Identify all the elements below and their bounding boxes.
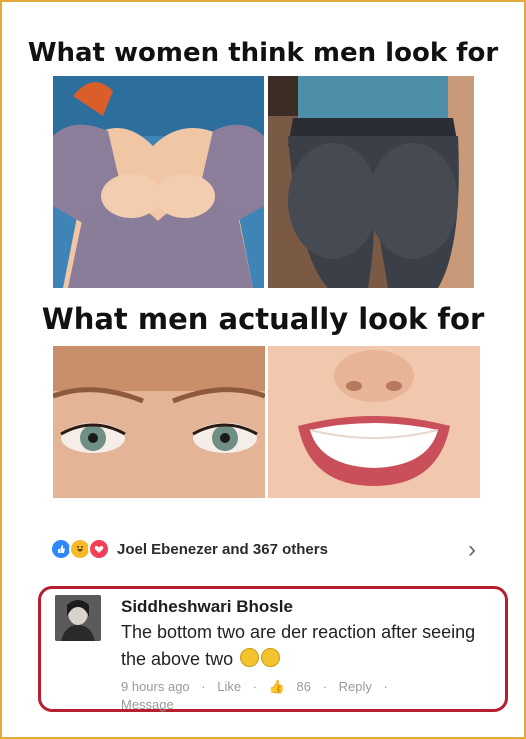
separator-dot: · [252,679,258,694]
comment-time: 9 hours ago [121,679,190,694]
avatar[interactable] [55,595,101,641]
bottom-title: What men actually look for [41,302,485,336]
comment-body: The bottom two are der reaction after se… [121,622,476,669]
top-title: What women think men look for [27,38,499,68]
photo-smile [268,346,480,498]
separator-dot: · [322,679,327,694]
comment-reply-button[interactable]: Reply [339,679,372,694]
reactions-summary-row[interactable]: Joel Ebenezer and 367 others › [50,536,480,564]
laughing-emoji-icon [261,648,281,667]
comment-author[interactable]: Siddheshwari Bhosle [121,597,293,617]
photo-dress [53,76,264,288]
comment-like-button[interactable]: Like [217,679,241,694]
comment-like-count: 86 [296,679,311,694]
love-icon [88,538,110,560]
comment-highlight-box: Siddheshwari Bhosle The bottom two are d… [38,586,508,712]
like-count-icon: 👍 [268,679,285,694]
photo-eyes [53,346,265,498]
comment-meta: 9 hours ago · Like · 👍 86 · Reply · [121,679,396,695]
comment-message-button[interactable]: Message [121,697,174,712]
comment-text: The bottom two are der reaction after se… [121,619,491,673]
laughing-emoji-icon [240,648,260,667]
chevron-right-icon[interactable]: › [468,536,476,564]
photo-leggings [268,76,474,288]
reactions-summary-text: Joel Ebenezer and 367 others [117,540,328,558]
separator-dot: · [383,679,388,694]
separator-dot: · [201,679,206,694]
